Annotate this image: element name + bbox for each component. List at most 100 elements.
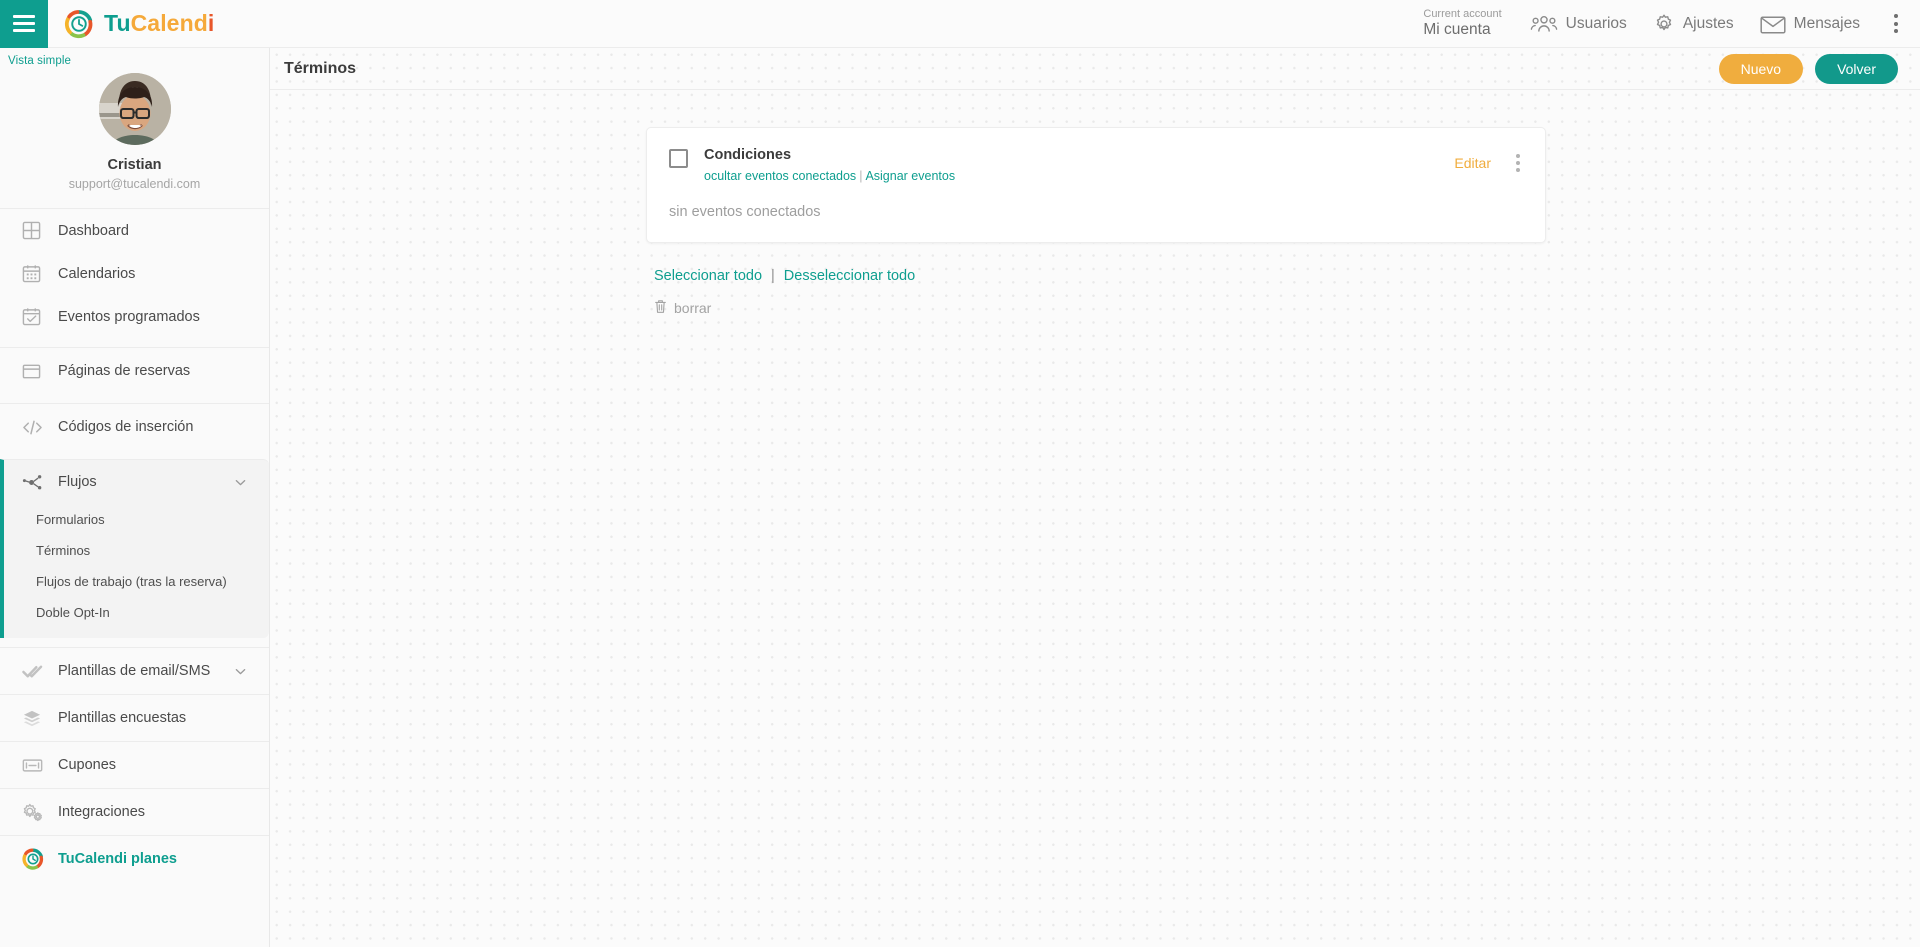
nav-ajustes[interactable]: Ajustes <box>1653 13 1734 35</box>
current-account[interactable]: Current account Mi cuenta <box>1423 8 1503 38</box>
sidebar-item-plantillas-encuestas[interactable]: Plantillas encuestas <box>0 695 269 741</box>
term-checkbox[interactable] <box>669 149 688 168</box>
tucalendi-logo-icon <box>64 9 94 39</box>
sidebar-subitem-formularios-label: Formularios <box>36 512 105 527</box>
term-card-actions: Editar <box>1454 146 1525 176</box>
nav-usuarios[interactable]: Usuarios <box>1530 14 1627 34</box>
users-icon <box>1530 14 1558 34</box>
back-button[interactable]: Volver <box>1815 54 1898 84</box>
sidebar-item-eventos-programados-label: Eventos programados <box>58 309 200 325</box>
sidebar-subitem-terminos[interactable]: Términos <box>4 535 269 566</box>
sidebar-item-codigos-de-insercion[interactable]: Códigos de inserción <box>0 404 269 450</box>
sidebar-item-tucalendi-planes[interactable]: TuCalendi planes <box>0 836 269 882</box>
nav-mensajes[interactable]: Mensajes <box>1760 14 1860 34</box>
sidebar: Vista simple Cristian support@tucalendi.… <box>0 48 270 947</box>
kebab-menu-icon[interactable] <box>1511 150 1525 176</box>
code-icon <box>22 418 48 437</box>
sidebar-item-dashboard[interactable]: Dashboard <box>0 209 269 252</box>
term-card: Condiciones ocultar eventos conectados|A… <box>646 127 1546 243</box>
sidebar-group-templates-surveys: Plantillas encuestas <box>0 694 269 741</box>
avatar[interactable] <box>99 73 171 145</box>
sidebar-group-pages: Páginas de reservas <box>0 347 269 394</box>
selection-actions: Seleccionar todo | Desseleccionar todo <box>654 268 1920 284</box>
hamburger-icon[interactable] <box>0 0 48 48</box>
sidebar-item-flujos[interactable]: Flujos <box>4 460 269 504</box>
sidebar-item-plantillas-email-sms-label: Plantillas de email/SMS <box>58 663 210 679</box>
sidebar-item-paginas-de-reservas-label: Páginas de reservas <box>58 363 190 379</box>
page-title: Términos <box>284 60 356 78</box>
links-separator: | <box>859 169 862 183</box>
sidebar-item-flujos-label: Flujos <box>58 474 97 490</box>
tucalendi-logo-icon <box>22 848 48 870</box>
sidebar-item-cupones[interactable]: Cupones <box>0 742 269 788</box>
sidebar-subitem-formularios[interactable]: Formularios <box>4 504 269 535</box>
selection-separator: | <box>771 268 775 284</box>
chevron-down-icon[interactable] <box>234 476 247 489</box>
sidebar-subitem-flujos-de-trabajo[interactable]: Flujos de trabajo (tras la reserva) <box>4 566 269 597</box>
sidebar-subitem-terminos-label: Términos <box>36 543 90 558</box>
gears-icon <box>22 802 48 822</box>
profile-name: Cristian <box>0 155 269 175</box>
assign-events-link[interactable]: Asignar eventos <box>865 169 955 183</box>
brand-logo[interactable]: TuCalendi <box>64 9 214 39</box>
dashboard-grid-icon <box>22 221 48 240</box>
sidebar-item-plantillas-email-sms[interactable]: Plantillas de email/SMS <box>0 648 269 694</box>
brand-part-calend: Calend <box>131 10 208 36</box>
current-account-value: Mi cuenta <box>1423 21 1501 39</box>
term-card-top: Condiciones ocultar eventos conectados|A… <box>669 146 1525 183</box>
current-account-caption: Current account <box>1423 8 1501 21</box>
sidebar-group-plans: TuCalendi planes <box>0 835 269 882</box>
user-avatar <box>99 73 171 145</box>
chevron-down-icon[interactable] <box>234 665 247 678</box>
sidebar-subitem-doble-opt-in[interactable]: Doble Opt-In <box>4 597 269 628</box>
page-actions: Nuevo Volver <box>1719 54 1898 84</box>
new-button[interactable]: Nuevo <box>1719 54 1803 84</box>
brand-part-tu: Tu <box>104 10 131 36</box>
sidebar-subitem-doble-opt-in-label: Doble Opt-In <box>36 605 110 620</box>
sidebar-item-paginas-de-reservas[interactable]: Páginas de reservas <box>0 348 269 394</box>
calendar-check-icon <box>22 307 48 326</box>
sidebar-group-coupons: Cupones <box>0 741 269 788</box>
kebab-menu-icon[interactable] <box>1886 8 1906 39</box>
deselect-all-link[interactable]: Desseleccionar todo <box>784 268 915 284</box>
edit-link[interactable]: Editar <box>1454 155 1491 171</box>
sidebar-item-calendarios-label: Calendarios <box>58 266 135 282</box>
top-nav: Current account Mi cuenta Usuarios <box>1423 0 1920 48</box>
profile-block: Cristian support@tucalendi.com <box>0 67 269 208</box>
no-connected-events-text: sin eventos conectados <box>669 204 1525 220</box>
term-title-block: Condiciones ocultar eventos conectados|A… <box>704 146 955 183</box>
calendar-icon <box>22 264 48 283</box>
sidebar-item-eventos-programados[interactable]: Eventos programados <box>0 295 269 338</box>
top-bar: TuCalendi Current account Mi cuenta Usua… <box>0 0 1920 48</box>
sidebar-group-templates-email: Plantillas de email/SMS <box>0 647 269 694</box>
sidebar-group-embed: Códigos de inserción <box>0 403 269 450</box>
sidebar-item-dashboard-label: Dashboard <box>58 223 129 239</box>
sidebar-item-tucalendi-planes-label: TuCalendi planes <box>58 851 177 867</box>
nav-mensajes-label: Mensajes <box>1794 15 1860 33</box>
brand-part-i: i <box>208 10 215 36</box>
trash-icon <box>654 299 667 317</box>
main-content: Términos Nuevo Volver Condiciones oculta… <box>270 48 1920 947</box>
envelope-icon <box>1760 14 1786 34</box>
flow-nodes-icon <box>22 473 48 492</box>
sidebar-item-integraciones[interactable]: Integraciones <box>0 789 269 835</box>
content-area: Condiciones ocultar eventos conectados|A… <box>270 90 1920 319</box>
sidebar-group-integrations: Integraciones <box>0 788 269 835</box>
page-header: Términos Nuevo Volver <box>270 48 1920 90</box>
nav-usuarios-label: Usuarios <box>1566 15 1627 33</box>
hide-connected-events-link[interactable]: ocultar eventos conectados <box>704 169 856 183</box>
term-title: Condiciones <box>704 146 955 166</box>
sidebar-item-calendarios[interactable]: Calendarios <box>0 252 269 295</box>
delete-button[interactable]: borrar <box>654 299 711 317</box>
gear-icon <box>1653 13 1675 35</box>
nav-ajustes-label: Ajustes <box>1683 15 1734 33</box>
simple-view-link[interactable]: Vista simple <box>0 48 269 67</box>
sidebar-subitem-flujos-de-trabajo-label: Flujos de trabajo (tras la reserva) <box>36 574 227 589</box>
select-all-link[interactable]: Seleccionar todo <box>654 268 762 284</box>
profile-email: support@tucalendi.com <box>0 175 269 194</box>
double-check-icon <box>22 662 48 681</box>
sidebar-item-codigos-de-insercion-label: Códigos de inserción <box>58 419 193 435</box>
sidebar-item-integraciones-label: Integraciones <box>58 804 145 820</box>
window-icon <box>22 362 48 381</box>
sidebar-item-plantillas-encuestas-label: Plantillas encuestas <box>58 710 186 726</box>
